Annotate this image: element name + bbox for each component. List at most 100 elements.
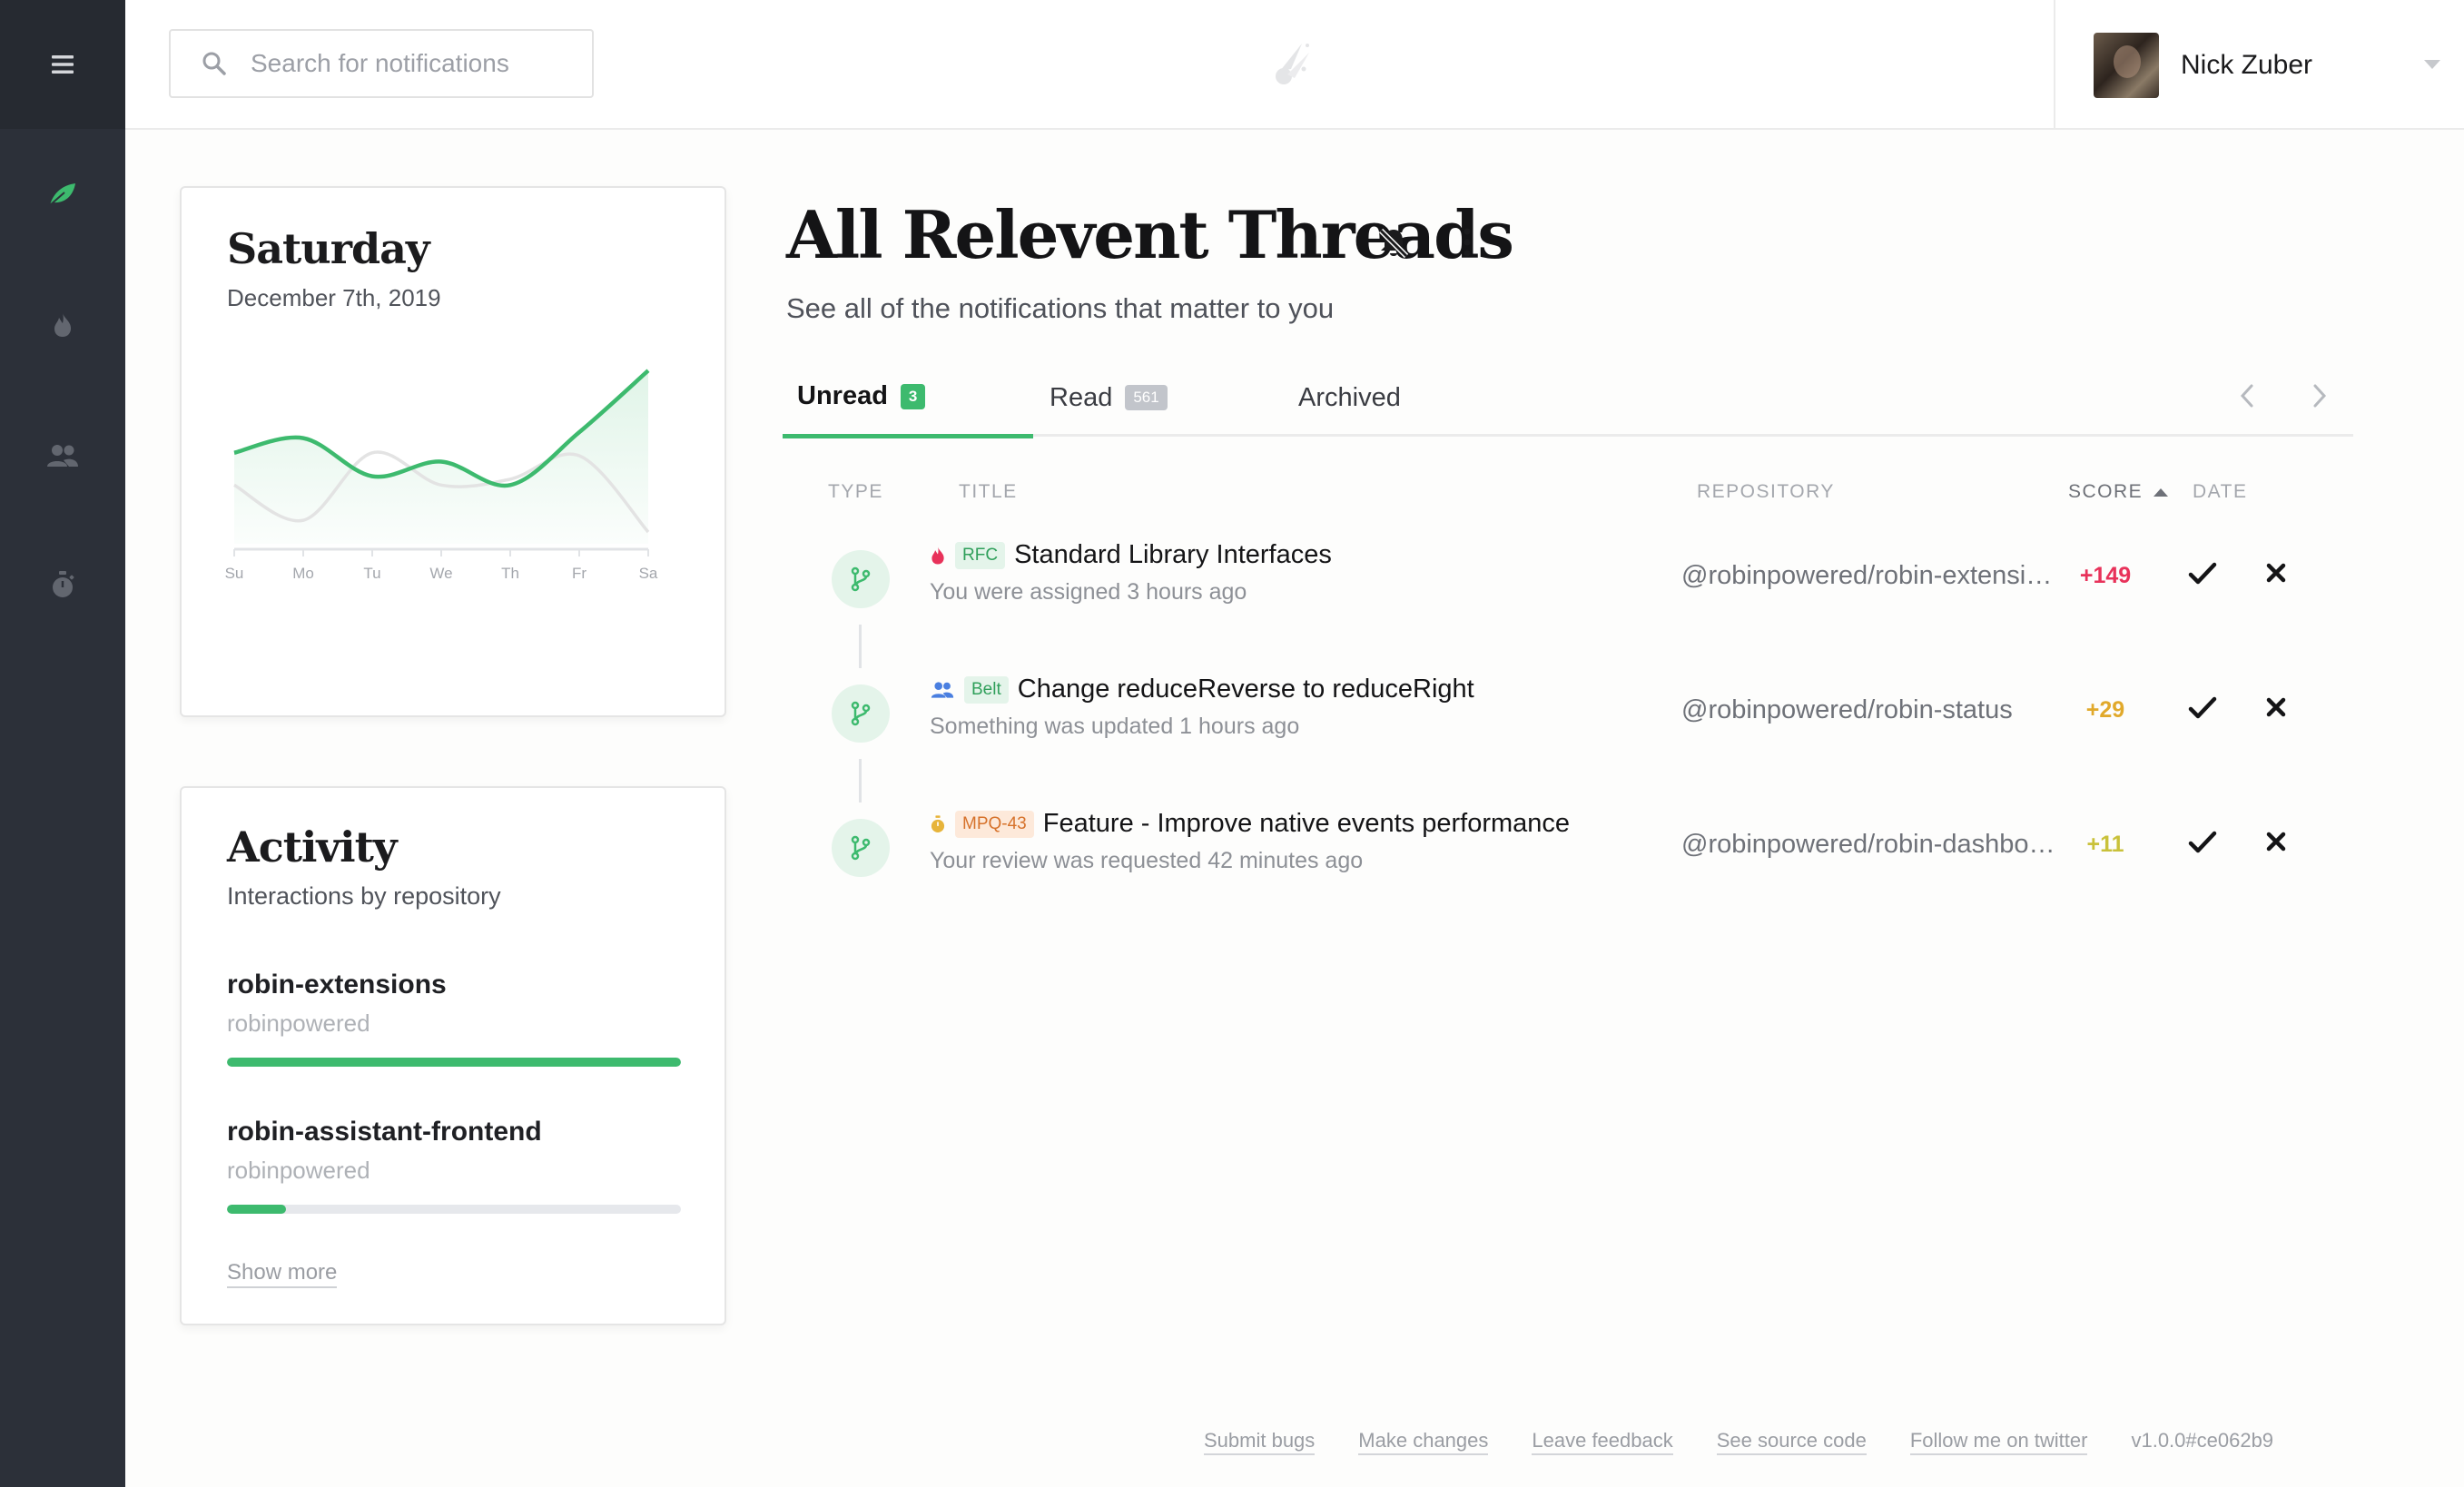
sort-ascending-icon <box>2154 487 2169 497</box>
repo-owner: robinpowered <box>227 1157 370 1184</box>
leave-feedback-link[interactable]: Leave feedback <box>1532 1429 1673 1455</box>
bell-off-icon <box>1378 228 1409 259</box>
thread-repository[interactable]: @robinpowered/robin-dashboard <box>1681 830 2055 860</box>
user-menu[interactable]: Nick Zuber <box>2054 0 2464 130</box>
activity-subtitle: Interactions by repository <box>227 882 501 910</box>
table-row[interactable]: RFC Standard Library Interfaces You were… <box>783 540 2353 650</box>
repo-activity-fill <box>227 1058 681 1067</box>
pull-request-type <box>832 550 890 608</box>
sidebar-item-hot[interactable] <box>0 289 125 361</box>
pull-request-type <box>832 684 890 743</box>
twitter-link[interactable]: Follow me on twitter <box>1909 1429 2088 1455</box>
fire-icon <box>930 546 946 566</box>
column-header-title[interactable]: TITLE <box>959 481 1018 503</box>
row-title[interactable]: Belt Change reduceReverse to reduceRight <box>930 675 1474 704</box>
x-tick-label: We <box>429 565 452 582</box>
sidebar-item-leaf[interactable] <box>0 158 125 231</box>
thread-meta: You were assigned 3 hours ago <box>930 579 1247 605</box>
search-box[interactable] <box>169 29 594 98</box>
show-more-link[interactable]: Show more <box>227 1260 338 1288</box>
sidebar <box>0 0 125 1487</box>
row-title[interactable]: MPQ-43 Feature - Improve native events p… <box>930 809 1570 839</box>
repo-activity-bar <box>227 1058 681 1067</box>
repo-item[interactable]: robin-assistant-frontend robinpowered <box>227 1117 681 1214</box>
mark-read-button[interactable] <box>2188 830 2217 860</box>
archive-button[interactable] <box>2264 695 2288 724</box>
repo-activity-fill <box>227 1205 286 1214</box>
column-header-type[interactable]: TYPE <box>828 481 883 503</box>
git-branch-icon <box>851 566 871 592</box>
tab-unread[interactable]: Unread 3 <box>783 359 1033 438</box>
thread-score: +149 <box>2079 563 2132 588</box>
chevron-left-icon <box>2240 384 2253 408</box>
stopwatch-icon <box>53 571 74 597</box>
avatar <box>2094 32 2159 98</box>
archive-button[interactable] <box>2264 830 2288 858</box>
repo-owner: robinpowered <box>227 1009 370 1037</box>
more-options-button[interactable] <box>1458 227 1476 262</box>
tab-bar: Unread 3 Read 561 Archived <box>783 359 2353 438</box>
comet-icon <box>1276 44 1309 84</box>
version-label: v1.0.0#ce062b9 <box>2131 1429 2274 1452</box>
kebab-menu-icon <box>1464 228 1471 257</box>
thread-title: Change reduceReverse to reduceRight <box>1017 675 1474 704</box>
x-tick-label: Fr <box>572 565 586 582</box>
thread-repository[interactable]: @robinpowered/robin-extensions <box>1681 561 2055 591</box>
close-icon <box>2266 832 2286 852</box>
stopwatch-icon <box>930 814 946 834</box>
search-icon <box>202 52 226 75</box>
tab-archived[interactable]: Archived <box>1298 359 1401 437</box>
top-bar: Nick Zuber <box>125 0 2464 130</box>
tab-label: Unread <box>797 381 888 410</box>
sidebar-item-people[interactable] <box>0 419 125 492</box>
make-changes-link[interactable]: Make changes <box>1358 1429 1489 1455</box>
source-code-link[interactable]: See source code <box>1716 1429 1867 1455</box>
thread-tag: Belt <box>964 675 1009 704</box>
check-icon <box>2188 562 2217 585</box>
repo-item[interactable]: robin-extensions robinpowered <box>227 970 681 1067</box>
close-icon <box>2266 697 2286 717</box>
menu-button[interactable] <box>0 0 125 129</box>
app-logo <box>1271 38 1315 94</box>
fire-icon <box>54 313 72 337</box>
thread-meta: Something was updated 1 hours ago <box>930 714 1300 739</box>
tab-label: Read <box>1050 382 1113 412</box>
thread-repository[interactable]: @robinpowered/robin-status <box>1681 695 2055 725</box>
table-row[interactable]: Belt Change reduceReverse to reduceRight… <box>783 675 2353 784</box>
sidebar-item-timer[interactable] <box>0 548 125 621</box>
x-tick-label: Th <box>501 565 519 582</box>
mute-button[interactable] <box>1376 225 1411 264</box>
previous-page-button[interactable] <box>2237 380 2257 416</box>
column-header-score[interactable]: SCORE <box>2068 481 2169 503</box>
submit-bugs-link[interactable]: Submit bugs <box>1204 1429 1316 1455</box>
weekly-activity-chart: Su Mo Tu We Th Fr Sa <box>225 369 658 582</box>
read-count-badge: 561 <box>1125 385 1168 410</box>
x-tick-label: Su <box>225 565 244 582</box>
activity-title: Activity <box>227 822 398 872</box>
repo-name: robin-extensions <box>227 970 447 1000</box>
next-page-button[interactable] <box>2310 380 2330 416</box>
chevron-down-icon <box>2424 60 2440 69</box>
check-icon <box>2188 696 2217 719</box>
column-header-date[interactable]: DATE <box>2193 481 2247 503</box>
leaf-icon <box>49 183 75 206</box>
mark-read-button[interactable] <box>2188 695 2217 725</box>
row-title[interactable]: RFC Standard Library Interfaces <box>930 540 1332 570</box>
column-header-repository[interactable]: REPOSITORY <box>1697 481 1835 503</box>
mark-read-button[interactable] <box>2188 561 2217 591</box>
tab-read[interactable]: Read 561 <box>1046 359 1168 437</box>
hamburger-icon <box>52 55 74 74</box>
search-input[interactable] <box>251 49 559 78</box>
git-branch-icon <box>851 701 871 726</box>
people-icon <box>47 445 78 467</box>
thread-score: +11 <box>2086 832 2124 857</box>
table-row[interactable]: MPQ-43 Feature - Improve native events p… <box>783 809 2353 919</box>
series-area-fill <box>234 370 648 544</box>
close-icon <box>2266 563 2286 583</box>
score-header-label: SCORE <box>2068 481 2144 502</box>
day-title: Saturday <box>227 224 430 273</box>
thread-tag: RFC <box>955 541 1006 569</box>
archive-button[interactable] <box>2264 561 2288 589</box>
page-subtitle: See all of the notifications that matter… <box>786 292 1335 324</box>
footer: Submit bugs Make changes Leave feedback … <box>1204 1429 2339 1455</box>
